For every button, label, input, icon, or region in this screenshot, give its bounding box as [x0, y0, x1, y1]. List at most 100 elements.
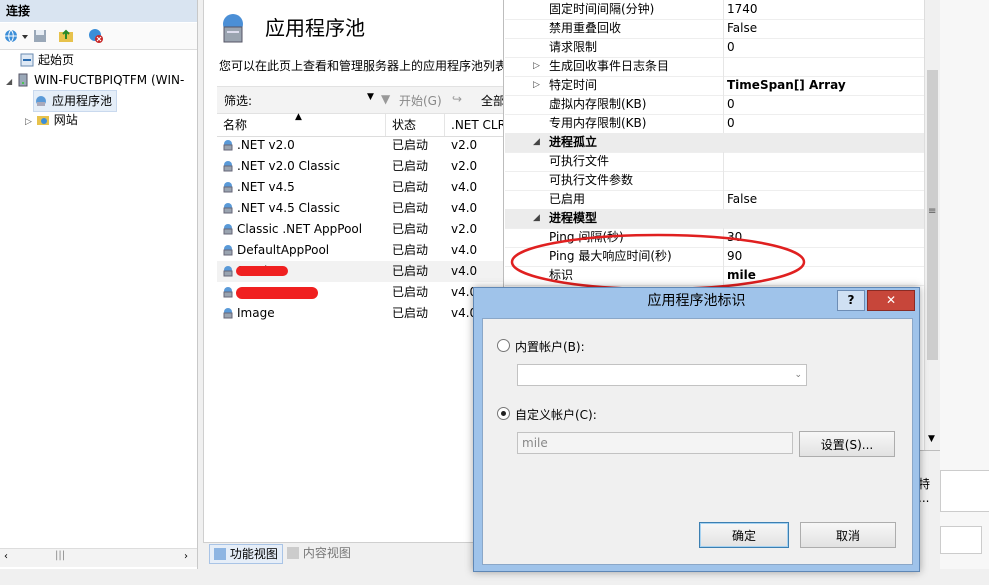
filter-dropdown-icon[interactable]: ▼ — [367, 92, 374, 102]
app-pool-icon — [223, 245, 233, 256]
property-row[interactable]: 请求限制 0 — [505, 38, 925, 58]
side-button[interactable]: 特 ... — [918, 470, 989, 512]
close-button[interactable]: ✕ — [867, 290, 915, 311]
pool-name: Classic .NET AppPool — [221, 219, 362, 240]
property-value[interactable]: 0 — [727, 38, 735, 57]
help-button[interactable]: ? — [837, 290, 865, 311]
properties-scrollbar[interactable]: ≡ ▼ — [924, 0, 941, 450]
save-icon[interactable] — [32, 28, 48, 44]
tree-item-start-page[interactable]: 起始页 — [20, 50, 74, 70]
column-divider — [723, 114, 724, 133]
tab-features-view[interactable]: 功能视图 — [209, 544, 283, 564]
ok-button[interactable]: 确定 — [699, 522, 789, 548]
property-row[interactable]: 可执行文件 — [505, 152, 925, 172]
scroll-left-icon[interactable]: ‹ — [4, 551, 8, 562]
pool-clr: v2.0 — [451, 222, 478, 236]
app-pool-icon — [36, 96, 46, 106]
pool-status: 已启动 — [392, 222, 429, 236]
property-value[interactable]: 0 — [727, 114, 735, 133]
globe-connect-icon[interactable] — [3, 28, 19, 44]
property-row[interactable]: 专用内存限制(KB) 0 — [505, 114, 925, 134]
scroll-thumb-grip-icon[interactable]: ||| — [55, 550, 65, 561]
property-value[interactable]: 1740 — [727, 0, 758, 19]
scroll-right-icon[interactable]: › — [184, 551, 188, 562]
pool-row[interactable]: Classic .NET AppPool 已启动 v2.0 — [217, 219, 507, 240]
pool-row[interactable]: .NET v2.0 已启动 v2.0 — [217, 135, 507, 156]
expand-arrow-icon[interactable]: ▷ — [25, 117, 32, 127]
collapse-arrow-icon[interactable]: ◢ — [6, 77, 12, 86]
property-category[interactable]: ◢ 进程模型 — [505, 209, 925, 229]
pool-row[interactable]: .NET v4.5 Classic 已启动 v4.0 — [217, 198, 507, 219]
app-pool-icon — [223, 140, 233, 151]
pool-clr: v4.0 — [451, 201, 478, 215]
property-value[interactable]: TimeSpan[] Array — [727, 76, 846, 95]
settings-button[interactable]: 设置(S)... — [799, 431, 895, 457]
pool-row[interactable]: .NET v4.5 已启动 v4.0 — [217, 177, 507, 198]
builtin-account-radio[interactable] — [497, 339, 510, 352]
column-clr[interactable]: .NET CLR — [445, 114, 507, 136]
expand-icon[interactable]: ▷ — [533, 76, 540, 95]
pool-name-text: .NET v2.0 — [237, 138, 295, 152]
horizontal-scrollbar[interactable]: ‹ ||| › — [0, 548, 197, 567]
page-description: 您可以在此页上查看和管理服务器上的应用程序池列表 — [219, 59, 508, 73]
cancel-button[interactable]: 取消 — [800, 522, 896, 548]
show-all-button[interactable]: 全部 — [481, 92, 505, 109]
column-divider — [723, 38, 724, 57]
property-name: 虚拟内存限制(KB) — [549, 97, 647, 111]
property-row[interactable]: 虚拟内存限制(KB) 0 — [505, 95, 925, 115]
column-divider — [723, 95, 724, 114]
property-name: 生成回收事件日志条目 — [549, 59, 670, 73]
column-status[interactable]: 状态 — [386, 114, 445, 136]
custom-account-radio[interactable] — [497, 407, 510, 420]
property-row[interactable]: 可执行文件参数 — [505, 171, 925, 191]
pool-clr: v4.0 — [451, 180, 478, 194]
property-row[interactable]: ▷ 特定时间 TimeSpan[] Array — [505, 76, 925, 96]
builtin-account-label: 内置帐户(B): — [515, 340, 585, 354]
filter-bar: 筛选: ▼ ▼ 开始(G) ↪ 全部 — [217, 86, 507, 114]
property-row[interactable]: ▷ 生成回收事件日志条目 — [505, 57, 925, 77]
pool-status: 已启动 — [392, 180, 429, 194]
sites-folder-icon — [36, 116, 49, 125]
pool-status: 已启动 — [392, 159, 429, 173]
expand-icon[interactable]: ▷ — [533, 57, 540, 76]
scroll-down-icon[interactable]: ▼ — [928, 434, 935, 444]
pool-status: 已启动 — [392, 264, 429, 278]
property-row[interactable]: 已启用 False — [505, 190, 925, 210]
pool-row[interactable]: DefaultAppPool 已启动 v4.0 — [217, 240, 507, 261]
side-button-2[interactable] — [940, 526, 982, 554]
property-row[interactable]: 固定时间间隔(分钟) 1740 — [505, 0, 925, 20]
tree-item-label: 起始页 — [38, 53, 75, 67]
builtin-account-select[interactable]: ⌄ — [517, 364, 807, 386]
tree-item-app-pools[interactable]: 应用程序池 — [33, 90, 118, 112]
server-icon — [18, 73, 28, 87]
filter-input[interactable] — [257, 90, 377, 109]
property-category[interactable]: ◢ 进程孤立 — [505, 133, 925, 153]
property-row[interactable]: 禁用重叠回收 False — [505, 19, 925, 39]
tree-item-server[interactable]: ◢ WIN-FUCTBPIQTFM (WIN- — [6, 70, 184, 90]
dropdown-arrow-icon[interactable] — [21, 28, 29, 44]
disconnect-icon[interactable] — [88, 28, 104, 44]
custom-account-field[interactable]: mile — [517, 432, 793, 454]
collapse-icon[interactable]: ◢ — [533, 209, 540, 228]
property-value[interactable]: 0 — [727, 95, 735, 114]
pool-row[interactable]: .NET v2.0 Classic 已启动 v2.0 — [217, 156, 507, 177]
tree-item-sites[interactable]: ▷ 网站 — [25, 110, 78, 130]
collapse-icon[interactable]: ◢ — [533, 133, 540, 152]
app-pool-icon — [223, 203, 233, 214]
features-view-icon — [214, 548, 226, 560]
tree-item-label: WIN-FUCTBPIQTFM (WIN- — [33, 73, 185, 87]
column-divider — [723, 76, 724, 95]
column-divider — [723, 152, 724, 171]
pool-clr: v4.0 — [451, 243, 478, 257]
pool-row[interactable]: Image 已启动 v4.0 — [217, 303, 507, 324]
folder-up-icon[interactable] — [58, 28, 74, 44]
right-side-panel: 特 ... — [918, 0, 989, 569]
property-value[interactable]: False — [727, 190, 757, 209]
tab-content-view[interactable]: 内容视图 — [287, 544, 351, 562]
column-divider — [723, 57, 724, 76]
property-value[interactable]: False — [727, 19, 757, 38]
property-name: 特定时间 — [549, 78, 598, 92]
pool-list-header: 名称 ▲ 状态 .NET CLR — [217, 112, 507, 137]
identity-dialog: 应用程序池标识 ? ✕ 内置帐户(B): ⌄ 自定义帐户(C): mile 设置… — [473, 287, 920, 572]
start-button[interactable]: 开始(G) — [399, 92, 442, 109]
